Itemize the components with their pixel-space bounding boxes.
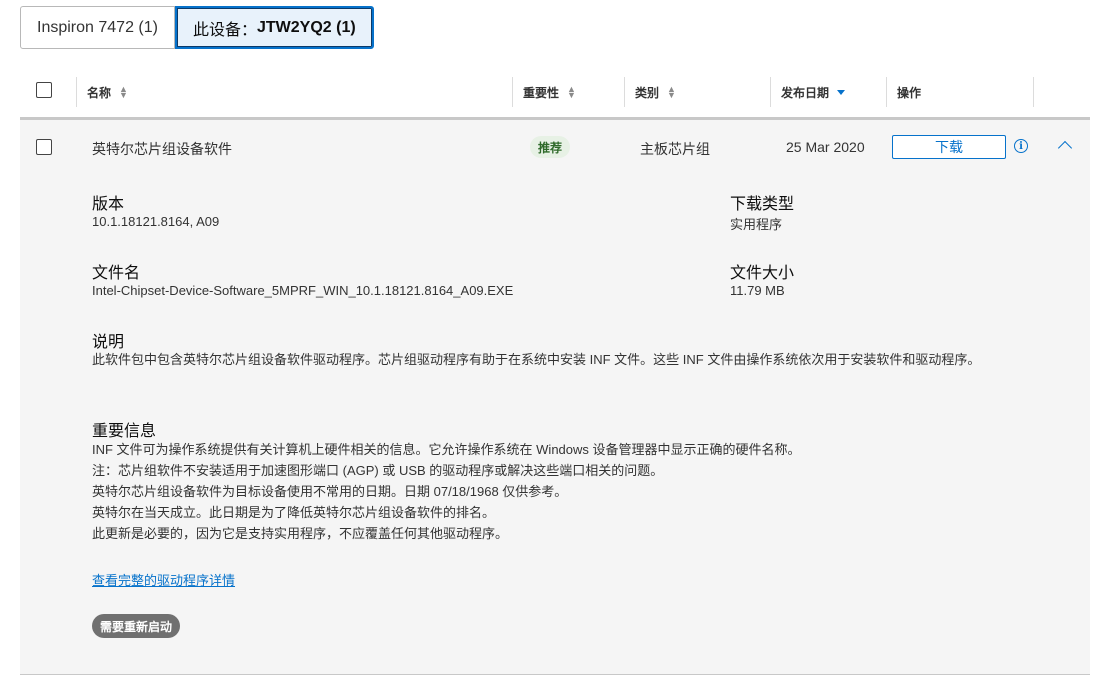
file-name-label: 文件名 [92,265,141,282]
important-info-label: 重要信息 [92,423,157,440]
select-all-checkbox[interactable] [36,82,52,98]
important-info-line: 英特尔在当天成立。此日期是为了降低英特尔芯片组设备软件的排名。 [92,505,496,520]
tab-this-device-service-tag: JTW2YQ2 (1) [256,18,356,36]
version-value: 10.1.18121.8164, A09 [92,214,220,229]
version-label: 版本 [92,196,125,213]
driver-row-expanded: 英特尔芯片组设备软件 推荐 主板芯片组 25 Mar 2020 下载 i 版本 … [20,120,1090,675]
column-header-spacer [1033,77,1044,107]
tab-inspiron[interactable]: Inspiron 7472 (1) [20,6,175,49]
driver-release-date: 25 Mar 2020 [786,139,865,155]
restart-required-badge: 需要重新启动 [92,614,181,638]
column-header-action: 操作 [886,77,1033,107]
download-button[interactable]: 下载 [892,135,1006,159]
driver-category: 主板芯片组 [640,141,710,157]
column-header-importance-label: 重要性 [523,85,560,100]
column-header-category[interactable]: 类别 ▲ ▼ [624,77,676,107]
column-header-name-label: 名称 [87,85,112,100]
sort-icon: ▲ ▼ [119,84,128,100]
chevron-up-icon[interactable] [1057,140,1073,156]
column-header-release-date[interactable]: 发布日期 [770,77,846,107]
important-info-line: INF 文件可为操作系统提供有关计算机上硬件相关的信息。它允许操作系统在 Win… [92,442,801,457]
file-size-label: 文件大小 [730,265,795,282]
tab-inspiron-label: Inspiron 7472 (1) [37,18,158,36]
important-info-line: 注：芯片组软件不安装适用于加速图形端口 (AGP) 或 USB 的驱动程序或解决… [92,463,664,478]
table-header: 名称 ▲ ▼ 重要性 ▲ ▼ 类别 ▲ ▼ 发布日期 操作 [20,71,1090,120]
download-type-value: 实用程序 [730,217,783,232]
sort-desc-icon [837,89,846,95]
view-full-driver-details-link[interactable]: 查看完整的驱动程序详情 [92,570,235,589]
tab-this-device[interactable]: 此设备： JTW2YQ2 (1) [174,6,374,49]
sort-icon: ▲ ▼ [567,84,576,100]
file-name-value: Intel-Chipset-Device-Software_5MPRF_WIN_… [92,283,514,298]
info-icon[interactable]: i [1014,139,1028,153]
importance-badge: 推荐 [530,136,571,158]
column-header-release-date-label: 发布日期 [781,85,830,100]
column-header-name[interactable]: 名称 ▲ ▼ [76,77,128,107]
row-select-checkbox[interactable] [36,139,52,155]
important-info-text: INF 文件可为操作系统提供有关计算机上硬件相关的信息。它允许操作系统在 Win… [92,439,801,544]
driver-name: 英特尔芯片组设备软件 [92,141,232,157]
important-info-line: 英特尔芯片组设备软件为目标设备使用不常用的日期。日期 07/18/1968 仅供… [92,484,568,499]
column-header-action-label: 操作 [897,85,922,100]
description-text: 此软件包中包含英特尔芯片组设备软件驱动程序。芯片组驱动程序有助于在系统中安装 I… [92,352,981,367]
sort-icon: ▲ ▼ [667,84,676,100]
column-header-importance[interactable]: 重要性 ▲ ▼ [512,77,576,107]
download-type-label: 下载类型 [730,196,795,213]
tab-this-device-prefix: 此设备： [192,21,257,39]
device-tabs: Inspiron 7472 (1) 此设备： JTW2YQ2 (1) [20,6,374,49]
column-header-category-label: 类别 [635,85,660,100]
file-size-value: 11.79 MB [730,283,785,298]
important-info-line: 此更新是必要的，因为它是支持实用程序，不应覆盖任何其他驱动程序。 [92,526,509,541]
